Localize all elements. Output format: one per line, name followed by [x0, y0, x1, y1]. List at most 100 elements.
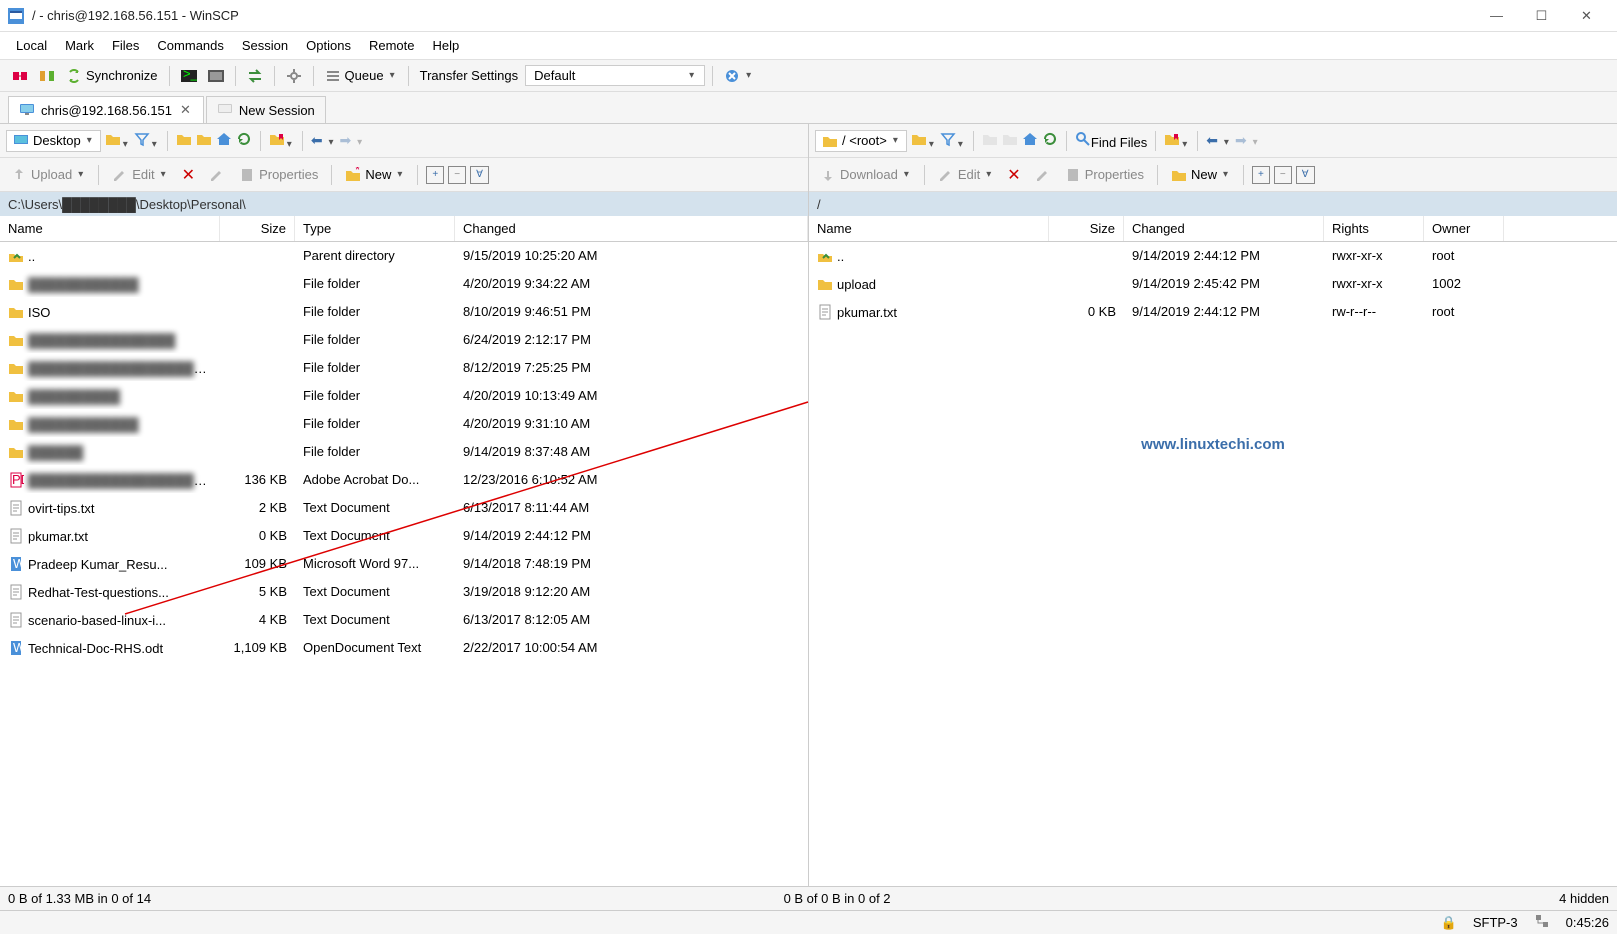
remote-refresh-icon[interactable]: [1042, 131, 1058, 150]
maximize-button[interactable]: ☐: [1519, 0, 1564, 32]
remote-folder1-icon[interactable]: [982, 131, 998, 150]
local-select-all-icon[interactable]: ∀: [470, 166, 489, 184]
svg-text:W: W: [13, 640, 24, 655]
remote-open-folder-icon[interactable]: ▾: [911, 131, 936, 150]
upload-button[interactable]: Upload▾: [6, 165, 90, 185]
table-row[interactable]: ovirt-tips.txt2 KBText Document6/13/2017…: [0, 494, 808, 522]
console-icon[interactable]: [204, 65, 228, 87]
menu-help[interactable]: Help: [424, 34, 467, 57]
local-col-changed[interactable]: Changed: [455, 216, 808, 241]
local-open-folder-icon[interactable]: ▾: [105, 131, 130, 150]
queue-button[interactable]: Queue ▾: [321, 65, 401, 87]
table-row[interactable]: scenario-based-linux-i...4 KBText Docume…: [0, 606, 808, 634]
download-button[interactable]: Download▾: [815, 165, 916, 185]
remote-minus-icon[interactable]: −: [1274, 166, 1292, 184]
remote-col-size[interactable]: Size: [1049, 216, 1124, 241]
table-row[interactable]: ████████████████████File folder8/12/2019…: [0, 354, 808, 382]
session-tab-active[interactable]: chris@192.168.56.151 ✕: [8, 96, 204, 123]
table-row[interactable]: pkumar.txt0 KBText Document9/14/2019 2:4…: [0, 522, 808, 550]
remote-file-header[interactable]: Name Size Changed Rights Owner: [809, 216, 1617, 242]
transfer-settings-label[interactable]: Transfer Settings: [416, 65, 523, 86]
table-row[interactable]: WTechnical-Doc-RHS.odt1,109 KBOpenDocume…: [0, 634, 808, 662]
local-path-bar[interactable]: C:\Users\████████\Desktop\Personal\: [0, 192, 808, 216]
table-row[interactable]: ████████████File folder4/20/2019 9:31:10…: [0, 410, 808, 438]
hidden-status: 4 hidden: [1559, 891, 1609, 906]
local-minus-icon[interactable]: −: [448, 166, 466, 184]
transfer-preset-dropdown[interactable]: Default▾: [525, 65, 705, 86]
local-folder2-icon[interactable]: [196, 131, 212, 150]
local-forward-button[interactable]: ➡ ▾: [339, 132, 364, 149]
local-refresh-icon[interactable]: [236, 131, 252, 150]
table-row[interactable]: ████████████████File folder6/24/2019 2:1…: [0, 326, 808, 354]
table-row[interactable]: PDF████████████████████136 KBAdobe Acrob…: [0, 466, 808, 494]
minimize-button[interactable]: —: [1474, 0, 1519, 32]
local-edit-button[interactable]: Edit▾: [107, 165, 172, 185]
local-col-size[interactable]: Size: [220, 216, 295, 241]
menu-files[interactable]: Files: [104, 34, 147, 57]
local-file-list[interactable]: Name Size Type Changed ..Parent director…: [0, 216, 808, 886]
local-delete-icon[interactable]: ✕: [177, 163, 200, 187]
local-filter-icon[interactable]: ▾: [134, 131, 159, 150]
table-row[interactable]: ISOFile folder8/10/2019 9:46:51 PM: [0, 298, 808, 326]
menu-options[interactable]: Options: [298, 34, 359, 57]
menu-local[interactable]: Local: [8, 34, 55, 57]
remote-back-button[interactable]: ⬅ ▾: [1206, 132, 1231, 149]
menu-mark[interactable]: Mark: [57, 34, 102, 57]
local-file-header[interactable]: Name Size Type Changed: [0, 216, 808, 242]
local-back-button[interactable]: ⬅ ▾: [311, 132, 336, 149]
terminal-icon[interactable]: >_: [177, 65, 201, 87]
menu-remote[interactable]: Remote: [361, 34, 423, 57]
tab-close-icon[interactable]: ✕: [178, 102, 193, 118]
remote-location-dropdown[interactable]: / <root> ▾: [815, 130, 907, 152]
remote-file-list[interactable]: Name Size Changed Rights Owner ..9/14/20…: [809, 216, 1617, 886]
local-rename-icon[interactable]: [204, 165, 230, 185]
remote-select-all-icon[interactable]: ∀: [1296, 166, 1315, 184]
protocol-label: SFTP-3: [1473, 915, 1518, 930]
remote-edit-button[interactable]: Edit▾: [933, 165, 998, 185]
local-col-name[interactable]: Name: [0, 216, 220, 241]
menu-commands[interactable]: Commands: [149, 34, 231, 57]
remote-filter-icon[interactable]: ▾: [940, 131, 965, 150]
remote-col-name[interactable]: Name: [809, 216, 1049, 241]
remote-new-button[interactable]: New▾: [1166, 165, 1235, 185]
compare-icon[interactable]: [35, 65, 59, 87]
remote-home-icon[interactable]: [1022, 131, 1038, 150]
menu-session[interactable]: Session: [234, 34, 296, 57]
table-row[interactable]: Redhat-Test-questions...5 KBText Documen…: [0, 578, 808, 606]
local-bookmark-icon[interactable]: ▾: [269, 131, 294, 150]
local-new-button[interactable]: *New▾: [340, 165, 409, 185]
table-row[interactable]: WPradeep Kumar_Resu...109 KBMicrosoft Wo…: [0, 550, 808, 578]
remote-rename-icon[interactable]: [1030, 165, 1056, 185]
new-session-button[interactable]: New Session: [206, 96, 326, 123]
table-row[interactable]: pkumar.txt0 KB9/14/2019 2:44:12 PMrw-r--…: [809, 298, 1617, 326]
table-row[interactable]: ..Parent directory9/15/2019 10:25:20 AM: [0, 242, 808, 270]
remote-plus-icon[interactable]: +: [1252, 166, 1270, 184]
synchronize-button[interactable]: Synchronize: [62, 65, 162, 87]
local-folder1-icon[interactable]: [176, 131, 192, 150]
local-plus-icon[interactable]: +: [426, 166, 444, 184]
remote-col-changed[interactable]: Changed: [1124, 216, 1324, 241]
transfer-icon[interactable]: [243, 65, 267, 87]
remote-delete-icon[interactable]: ✕: [1002, 163, 1025, 187]
disconnect-icon[interactable]: ▾: [720, 65, 757, 87]
remote-folder2-icon[interactable]: [1002, 131, 1018, 150]
local-drive-dropdown[interactable]: Desktop ▾: [6, 130, 101, 152]
table-row[interactable]: ..9/14/2019 2:44:12 PMrwxr-xr-xroot: [809, 242, 1617, 270]
remote-path-bar[interactable]: /: [809, 192, 1617, 216]
local-home-icon[interactable]: [216, 131, 232, 150]
remote-col-owner[interactable]: Owner: [1424, 216, 1504, 241]
table-row[interactable]: ██████████File folder4/20/2019 10:13:49 …: [0, 382, 808, 410]
local-col-type[interactable]: Type: [295, 216, 455, 241]
remote-forward-button[interactable]: ➡ ▾: [1235, 132, 1260, 149]
close-button[interactable]: ✕: [1564, 0, 1609, 32]
table-row[interactable]: ████████████File folder4/20/2019 9:34:22…: [0, 270, 808, 298]
table-row[interactable]: ██████File folder9/14/2019 8:37:48 AM: [0, 438, 808, 466]
local-properties-button[interactable]: Properties: [234, 165, 323, 185]
find-files-button[interactable]: Find Files: [1075, 131, 1147, 150]
table-row[interactable]: upload9/14/2019 2:45:42 PMrwxr-xr-x1002: [809, 270, 1617, 298]
remote-bookmark-icon[interactable]: ▾: [1164, 131, 1189, 150]
remote-properties-button[interactable]: Properties: [1060, 165, 1149, 185]
settings-icon[interactable]: [282, 65, 306, 87]
sync-browse-icon[interactable]: [8, 65, 32, 87]
remote-col-rights[interactable]: Rights: [1324, 216, 1424, 241]
